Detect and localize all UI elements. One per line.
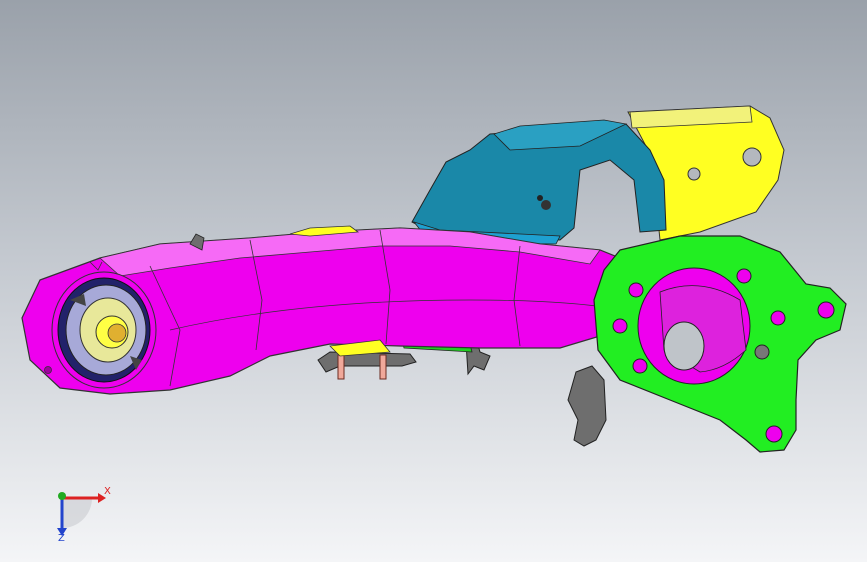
green-knuckle-flange[interactable] xyxy=(593,235,847,453)
y-axis-dot xyxy=(58,492,66,500)
teal-support-bracket[interactable] xyxy=(411,119,667,245)
graphics-viewport[interactable]: X Z xyxy=(0,0,867,562)
trailing-arm-assembly-model[interactable] xyxy=(0,0,867,562)
front-bushing[interactable] xyxy=(51,271,157,389)
coordinate-triad: X Z xyxy=(40,478,120,548)
x-axis-label: X xyxy=(104,486,111,497)
z-axis-label: Z xyxy=(58,533,65,544)
